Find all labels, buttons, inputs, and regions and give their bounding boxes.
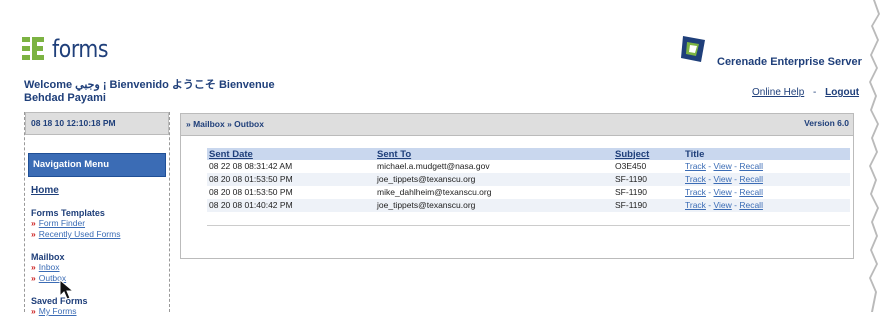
action-separator: -: [705, 161, 714, 172]
nav-home-link[interactable]: Home: [31, 185, 169, 196]
table-header-row: Sent Date Sent To Subject Title: [207, 148, 850, 160]
logout-link[interactable]: Logout: [825, 87, 859, 98]
col-header-sent-to[interactable]: Sent To: [375, 148, 613, 160]
double-chevron-icon: »: [31, 273, 36, 283]
nav-section-forms-templates: Forms Templates: [31, 208, 105, 218]
table-row: 08 22 08 08:31:42 AM michael.a.mudgett@n…: [207, 160, 850, 173]
table-footer-row: [207, 211, 850, 226]
cell-subject: SF-1190: [613, 198, 683, 212]
server-name: Cerenade Enterprise Server: [717, 56, 862, 68]
breadcrumb: » Mailbox » Outbox: [186, 119, 264, 129]
cell-sent-date: 08 20 08 01:53:50 PM: [209, 187, 293, 198]
col-header-title: Title: [683, 148, 850, 160]
recall-link[interactable]: Recall: [739, 174, 763, 184]
cell-sent-to: joe_tippets@texanscu.org: [375, 198, 613, 212]
nav-link-form-finder[interactable]: Form Finder: [39, 218, 85, 228]
top-links: Online Help - Logout: [752, 87, 859, 98]
action-separator: -: [705, 200, 714, 211]
recall-link[interactable]: Recall: [739, 200, 763, 210]
nav-item-inbox[interactable]: » Inbox: [31, 262, 169, 273]
cell-subject: O3E450: [615, 161, 647, 172]
cell-sent-date: 08 20 08 01:40:42 PM: [207, 198, 375, 212]
online-help-link[interactable]: Online Help: [752, 87, 804, 98]
nav-item-form-finder[interactable]: » Form Finder: [31, 218, 169, 229]
cell-subject: SF-1190: [615, 187, 647, 198]
nav-item-outbox[interactable]: » Outbox: [31, 273, 169, 284]
logo-text: forms: [52, 35, 109, 63]
torn-page-edge: [869, 0, 891, 312]
nav-link-recently-used-forms[interactable]: Recently Used Forms: [39, 229, 121, 239]
cerenade-brand: Cerenade Enterprise Server: [679, 34, 862, 68]
table-row: 08 20 08 01:53:50 PM mike_dahlheim@texan…: [207, 186, 850, 199]
double-chevron-icon: »: [31, 218, 36, 228]
col-header-subject[interactable]: Subject: [613, 148, 683, 160]
outbox-table: Sent Date Sent To Subject Title 08 22 08…: [207, 148, 850, 226]
version-label: Version 6.0: [804, 118, 849, 128]
view-link[interactable]: View: [714, 187, 732, 197]
cell-sent-date: 08 22 08 08:31:42 AM: [209, 161, 293, 172]
table-footer: [207, 211, 850, 226]
cell-actions: Track - View - Recall: [683, 198, 850, 212]
track-link[interactable]: Track: [685, 174, 706, 184]
e-forms-icon: [22, 37, 44, 60]
action-separator: -: [705, 187, 714, 198]
hand-pointer-icon: [59, 279, 75, 300]
link-separator: -: [813, 87, 817, 98]
recall-link[interactable]: Recall: [739, 161, 763, 171]
cell-actions: Track - View - Recall: [683, 160, 850, 173]
nav-section-saved-forms: Saved Forms: [31, 296, 88, 306]
view-link[interactable]: View: [714, 161, 732, 171]
cerenade-logo-icon: [681, 36, 705, 62]
table-row: 08 20 08 01:40:42 PM joe_tippets@texansc…: [207, 198, 850, 212]
nav-section-mailbox: Mailbox: [31, 252, 65, 262]
cell-sent-to: mike_dahlheim@texanscu.org: [377, 187, 492, 198]
navigation-menu-header: Navigation Menu: [28, 153, 166, 177]
track-link[interactable]: Track: [685, 187, 706, 197]
welcome-text: Welcome وجبي ¡ Bienvenido ようこそ Bienvenue…: [24, 79, 275, 104]
nav-item-recently-used-forms[interactable]: » Recently Used Forms: [31, 229, 169, 240]
col-header-sent-date[interactable]: Sent Date: [207, 148, 375, 160]
left-panel: 08 18 10 12:10:18 PM Navigation Menu Hom…: [24, 112, 170, 316]
nav-link-my-forms[interactable]: My Forms: [39, 306, 77, 316]
main-panel: » Mailbox » Outbox Version 6.0 Sent Date…: [180, 113, 854, 259]
eforms-logo: forms: [22, 33, 118, 65]
navigation-menu: Home Forms Templates » Form Finder » Recen…: [25, 185, 169, 317]
cell-sent-to: michael.a.mudgett@nasa.gov: [377, 161, 490, 172]
track-link[interactable]: Track: [685, 161, 706, 171]
recall-link[interactable]: Recall: [739, 187, 763, 197]
cell-subject: SF-1190: [613, 172, 683, 186]
track-link[interactable]: Track: [685, 200, 706, 210]
view-link[interactable]: View: [714, 174, 732, 184]
double-chevron-icon: »: [31, 229, 36, 239]
breadcrumb-bar: » Mailbox » Outbox Version 6.0: [181, 113, 853, 136]
double-chevron-icon: »: [31, 306, 36, 316]
nav-link-inbox[interactable]: Inbox: [39, 262, 60, 272]
view-link[interactable]: View: [714, 200, 732, 210]
cell-sent-to: joe_tippets@texanscu.org: [375, 172, 613, 186]
double-chevron-icon: »: [31, 262, 36, 272]
cell-actions: Track - View - Recall: [683, 186, 850, 199]
table-row: 08 20 08 01:53:50 PM joe_tippets@texansc…: [207, 172, 850, 186]
action-separator: -: [705, 174, 714, 185]
datetime-bar: 08 18 10 12:10:18 PM: [25, 112, 169, 135]
cell-sent-date: 08 20 08 01:53:50 PM: [207, 172, 375, 186]
cell-actions: Track - View - Recall: [683, 172, 850, 186]
